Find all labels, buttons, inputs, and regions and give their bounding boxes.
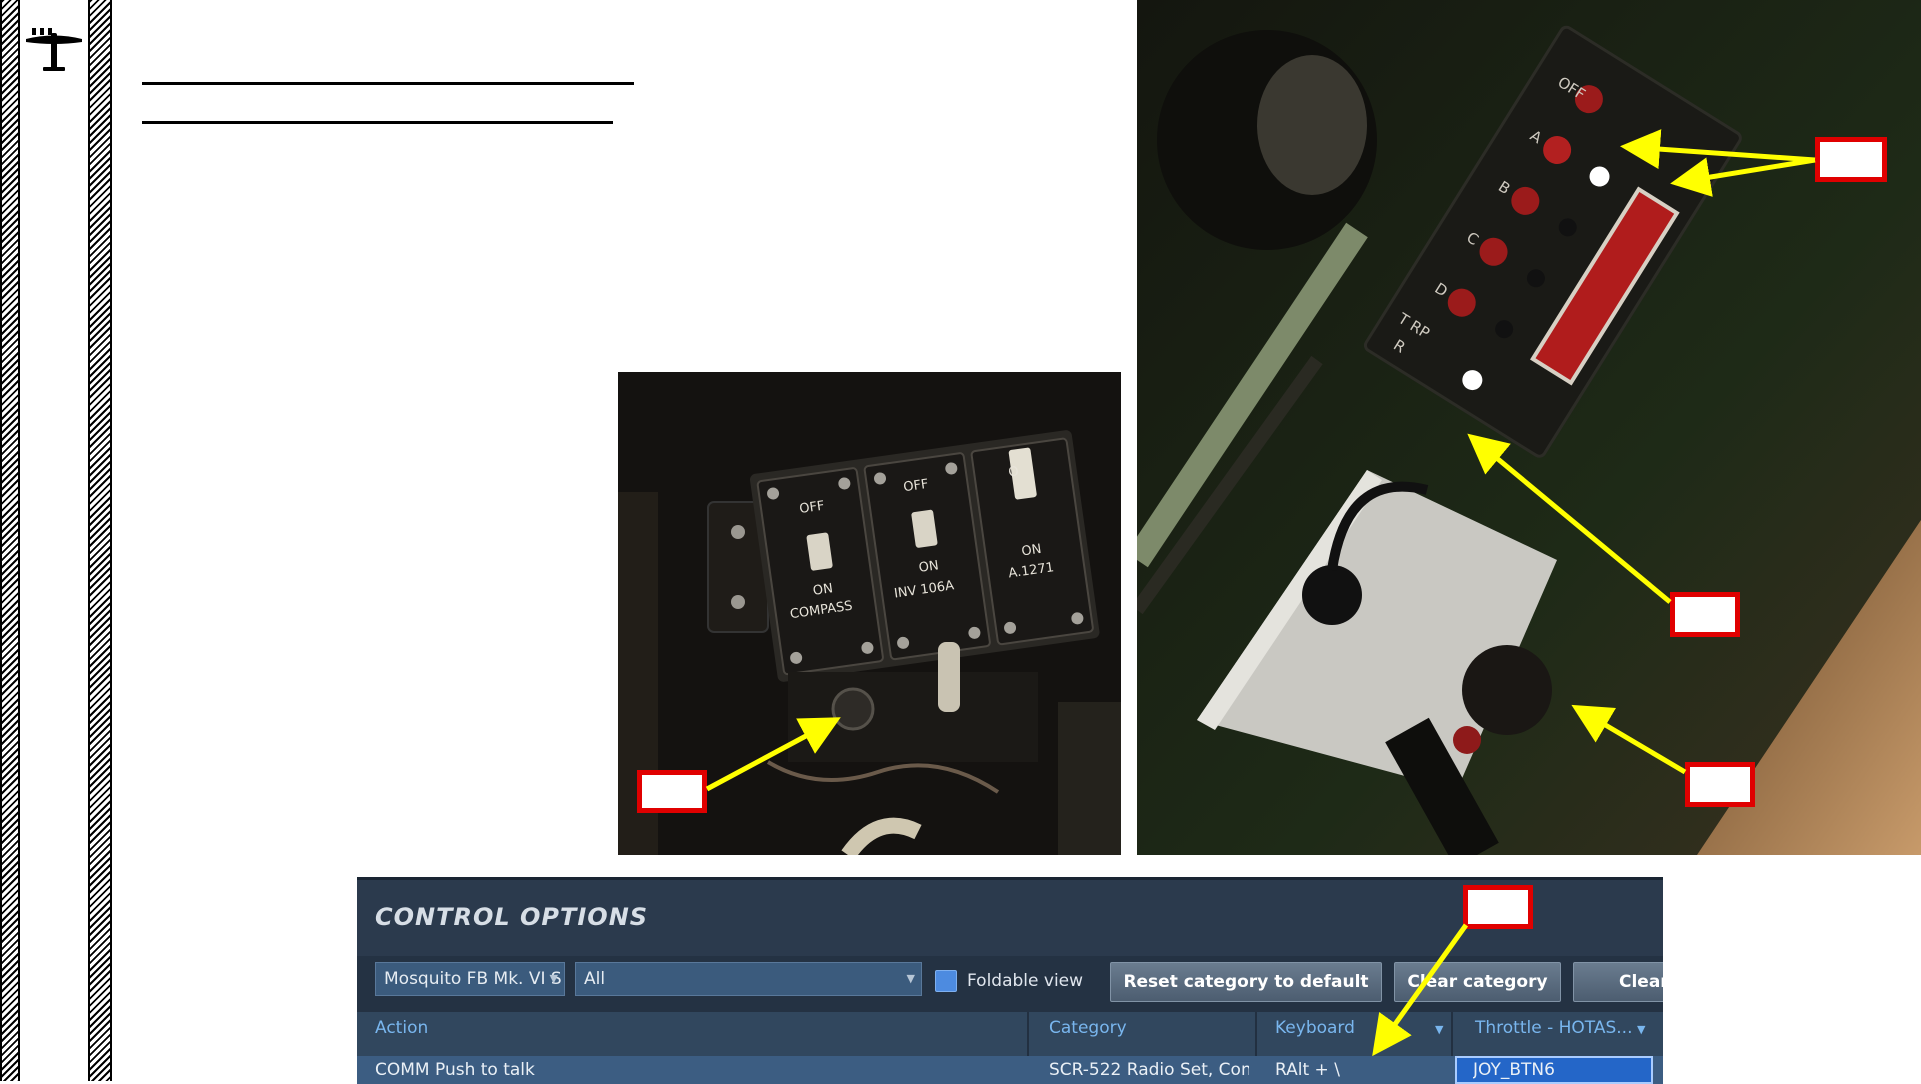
column-keyboard[interactable]: Keyboard — [1275, 1018, 1355, 1038]
panel-title: CONTROL OPTIONS — [375, 903, 649, 931]
category-select-value: All — [584, 969, 606, 989]
title-underline-1 — [142, 82, 634, 85]
callout-box-keybind — [1463, 885, 1533, 929]
right-hatch-border — [88, 0, 112, 1081]
chevron-down-icon: ▼ — [549, 972, 558, 985]
chevron-down-icon: ▼ — [906, 972, 915, 985]
row-action: COMM Push to talk — [375, 1060, 535, 1080]
callout-box-remote — [1670, 592, 1740, 637]
callout-box-compass — [637, 770, 707, 813]
clear-category-button[interactable]: Clear category — [1394, 962, 1561, 1002]
column-category[interactable]: Category — [1049, 1018, 1127, 1038]
radio-selector-photo: OFF A B C D T RP R — [1137, 0, 1921, 855]
switch-on-label-3: ON — [1021, 542, 1043, 560]
switch-on-label-1: ON — [812, 581, 834, 599]
category-select[interactable]: All ▼ — [575, 962, 922, 996]
title-underline-2 — [142, 121, 613, 124]
aircraft-select[interactable]: Mosquito FB Mk. VI S ▼ — [375, 962, 565, 996]
clear-button[interactable]: Clear — [1573, 962, 1663, 1002]
column-action[interactable]: Action — [375, 1018, 428, 1038]
row-category: SCR-522 Radio Set, Comm — [1049, 1060, 1249, 1080]
callout-box-channel — [1815, 137, 1887, 182]
column-throttle[interactable]: Throttle - HOTAS... — [1475, 1018, 1633, 1038]
throttle-sort-icon[interactable]: ▼ — [1637, 1023, 1645, 1036]
callout-box-ptt — [1685, 762, 1755, 807]
foldable-view-label: Foldable view — [967, 971, 1084, 991]
switch-on-label-2: ON — [918, 558, 940, 576]
keyboard-sort-icon[interactable]: ▼ — [1435, 1023, 1443, 1036]
foldable-view-checkbox[interactable] — [935, 970, 957, 992]
table-header — [357, 1012, 1663, 1056]
row-keyboard[interactable]: RAlt + \ — [1275, 1060, 1340, 1080]
left-hatch-border — [0, 0, 20, 1081]
row-throttle[interactable]: JOY_BTN6 — [1473, 1060, 1555, 1080]
aircraft-select-value: Mosquito FB Mk. VI S — [384, 969, 562, 989]
reset-category-button[interactable]: Reset category to default — [1110, 962, 1382, 1002]
aircraft-silhouette-icon — [24, 26, 84, 74]
switch-off-label-3: O — [1007, 464, 1019, 480]
